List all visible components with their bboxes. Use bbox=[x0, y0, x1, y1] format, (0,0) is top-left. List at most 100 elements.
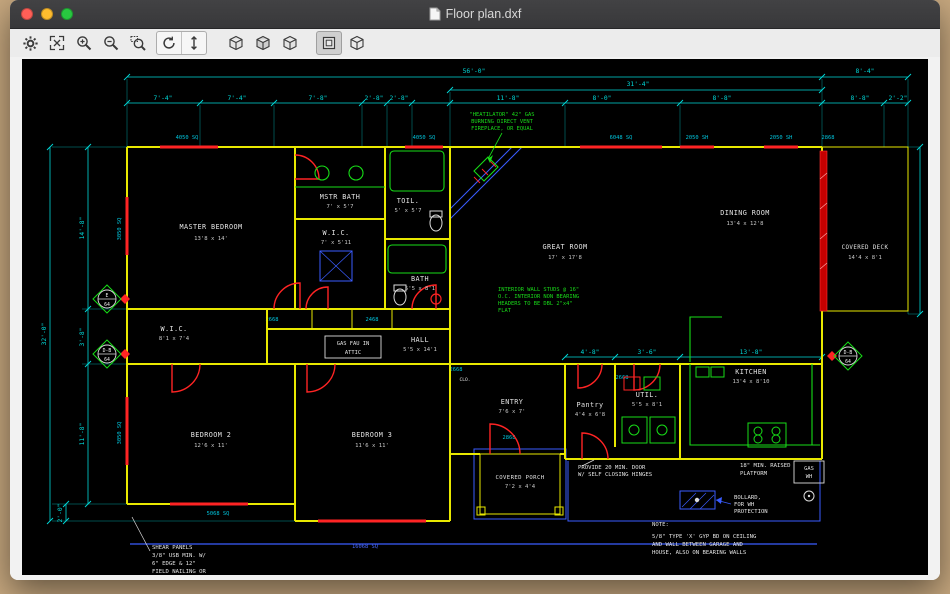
dim-label: 32'-0" bbox=[41, 323, 48, 346]
room-label: GREAT ROOM bbox=[543, 243, 588, 251]
pan-vertical-icon bbox=[191, 36, 197, 50]
document-icon bbox=[429, 7, 441, 21]
callout: 2468 bbox=[366, 317, 379, 323]
cube-icon bbox=[283, 35, 297, 51]
room-dims: 13'4 x 12'8 bbox=[726, 221, 764, 227]
note-platform: 18" MIN. RAISED bbox=[740, 463, 791, 469]
room-label: MASTER BEDROOM bbox=[180, 223, 243, 231]
titlebar[interactable]: Floor plan.dxf bbox=[10, 0, 940, 29]
marker-bottom: 64 bbox=[104, 302, 110, 308]
note-shear: 6" EDGE & 12" bbox=[152, 561, 196, 567]
shower-tub bbox=[389, 150, 445, 192]
orbit-rotate-icon bbox=[163, 36, 175, 49]
dim-label: 3'-6" bbox=[638, 349, 657, 356]
room-dims: 4'4 x 6'8 bbox=[575, 412, 606, 418]
fireplace-box bbox=[473, 156, 499, 182]
room-label: COVERED DECK bbox=[842, 245, 889, 251]
room-dims: 11'6 x 11' bbox=[355, 443, 389, 449]
section-arrow bbox=[827, 351, 837, 361]
view-control-group bbox=[156, 31, 207, 55]
section-marker: D-B 64 bbox=[833, 341, 863, 371]
orbit-button[interactable] bbox=[157, 32, 181, 54]
cube-icon bbox=[229, 35, 243, 51]
overlay-layer bbox=[130, 146, 821, 545]
note-interior-walls: INTERIOR WALL STUDS @ 16" bbox=[498, 287, 579, 293]
room-dims: 7'2 x 4'4 bbox=[505, 484, 536, 490]
note-bollard: BOLLARD, bbox=[734, 495, 761, 501]
zoom-region-button[interactable] bbox=[126, 32, 150, 54]
room-label: TOIL. bbox=[397, 197, 419, 205]
marker-top: D-B bbox=[844, 350, 853, 356]
room-dims: 7' x 5'7 bbox=[327, 204, 354, 210]
view-iso-1-button[interactable] bbox=[224, 32, 248, 54]
bathtub bbox=[387, 244, 447, 274]
dim-label: 8'-8" bbox=[851, 95, 870, 102]
marker-bottom: 64 bbox=[104, 357, 110, 363]
note-gyp: NOTE: bbox=[652, 522, 669, 528]
dim-label: 56'-0" bbox=[463, 68, 486, 75]
dim-label: 11'-8" bbox=[497, 95, 520, 102]
minimize-button[interactable] bbox=[41, 8, 53, 20]
note-interior-walls: HEADERS TO BE DBL 2"x4" bbox=[498, 301, 573, 307]
drawing-canvas[interactable]: 56'-0" 8'-4" 31'-4" 7'-4" 7'-4" 7'-8" 2'… bbox=[22, 59, 928, 575]
plan-view-icon bbox=[322, 36, 336, 50]
note-gas-fau: ATTIC bbox=[345, 350, 361, 356]
callout: 5068 SQ bbox=[207, 511, 230, 517]
zoom-button[interactable] bbox=[61, 8, 73, 20]
callout: 2050 SH bbox=[770, 135, 793, 141]
deck-wall-hatch bbox=[819, 150, 828, 312]
washer bbox=[621, 416, 648, 444]
room-dims: 5'5 x 8'1 bbox=[405, 286, 435, 292]
close-button[interactable] bbox=[21, 8, 33, 20]
cube-icon bbox=[350, 35, 364, 51]
dim-label: 14'-8" bbox=[79, 217, 86, 240]
window-content: 56'-0" 8'-4" 31'-4" 7'-4" 7'-4" 7'-8" 2'… bbox=[10, 57, 940, 580]
dim-label: 2'-8" bbox=[365, 95, 384, 102]
toolbar bbox=[10, 29, 940, 58]
room-dims: 14'4 x 8'1 bbox=[848, 255, 882, 261]
floorplan-svg[interactable]: 56'-0" 8'-4" 31'-4" 7'-4" 7'-4" 7'-8" 2'… bbox=[22, 59, 928, 575]
settings-button[interactable] bbox=[18, 32, 42, 54]
gear-icon bbox=[22, 35, 38, 51]
view-iso-2-button[interactable] bbox=[251, 32, 275, 54]
note-heatilator: BURNING DIRECT VENT bbox=[471, 119, 533, 125]
traffic-lights bbox=[21, 0, 73, 28]
note-shear: SHEAR PANELS bbox=[152, 545, 192, 551]
note-shear: 3/8" USB MIN. W/ bbox=[152, 553, 206, 559]
view-iso-4-button[interactable] bbox=[345, 32, 369, 54]
room-dims: 12'6 x 11' bbox=[194, 443, 228, 449]
zoom-in-button[interactable] bbox=[72, 32, 96, 54]
note-door20: PROVIDE 20 MIN. DOOR bbox=[578, 465, 646, 471]
callout: 2868 bbox=[822, 135, 835, 141]
dim-label: 8'-0" bbox=[593, 95, 612, 102]
note-bollard: PROTECTION bbox=[734, 509, 768, 515]
room-dims: 7'6 x 7' bbox=[499, 409, 526, 415]
room-dims: 17' x 17'8 bbox=[548, 255, 582, 261]
note-gyp: HOUSE, ALSO ON BEARING WALLS bbox=[652, 550, 746, 556]
room-label: MSTR BATH bbox=[320, 193, 360, 201]
note-interior-walls: FLAT bbox=[498, 308, 512, 314]
dim-label: 7'-4" bbox=[228, 95, 247, 102]
note-gyp: 5/8" TYPE 'X' GYP BD ON CEILING bbox=[652, 534, 757, 540]
view-iso-3-button[interactable] bbox=[278, 32, 302, 54]
stove bbox=[747, 422, 787, 448]
room-dims: 7' x 5'11 bbox=[321, 240, 351, 246]
dim-label: 2'-8" bbox=[390, 95, 409, 102]
view-plan-button[interactable] bbox=[316, 31, 342, 55]
room-label: COVERED PORCH bbox=[496, 475, 545, 481]
zoom-out-button[interactable] bbox=[99, 32, 123, 54]
callout: 2668 bbox=[616, 375, 629, 381]
note-gas-wh: GAS bbox=[804, 466, 814, 472]
dim-label: 13'-8" bbox=[740, 349, 763, 356]
zoom-fit-button[interactable] bbox=[45, 32, 69, 54]
callout: 3050 SQ bbox=[117, 218, 123, 241]
note-platform: PLATFORM bbox=[740, 471, 768, 477]
callout: 3050 SQ bbox=[117, 422, 123, 445]
room-dims: 13'8 x 14' bbox=[194, 236, 228, 242]
room-label: W.I.C. bbox=[323, 229, 350, 237]
marker-bottom: 64 bbox=[845, 359, 851, 365]
pan-vertical-button[interactable] bbox=[181, 32, 206, 54]
note-gas-wh: WH bbox=[806, 474, 813, 480]
app-window: Floor plan.dxf 56'-0" 8'-4" 31'-4" 7'-4"… bbox=[10, 0, 940, 580]
callout: 4050 SQ bbox=[413, 135, 436, 141]
